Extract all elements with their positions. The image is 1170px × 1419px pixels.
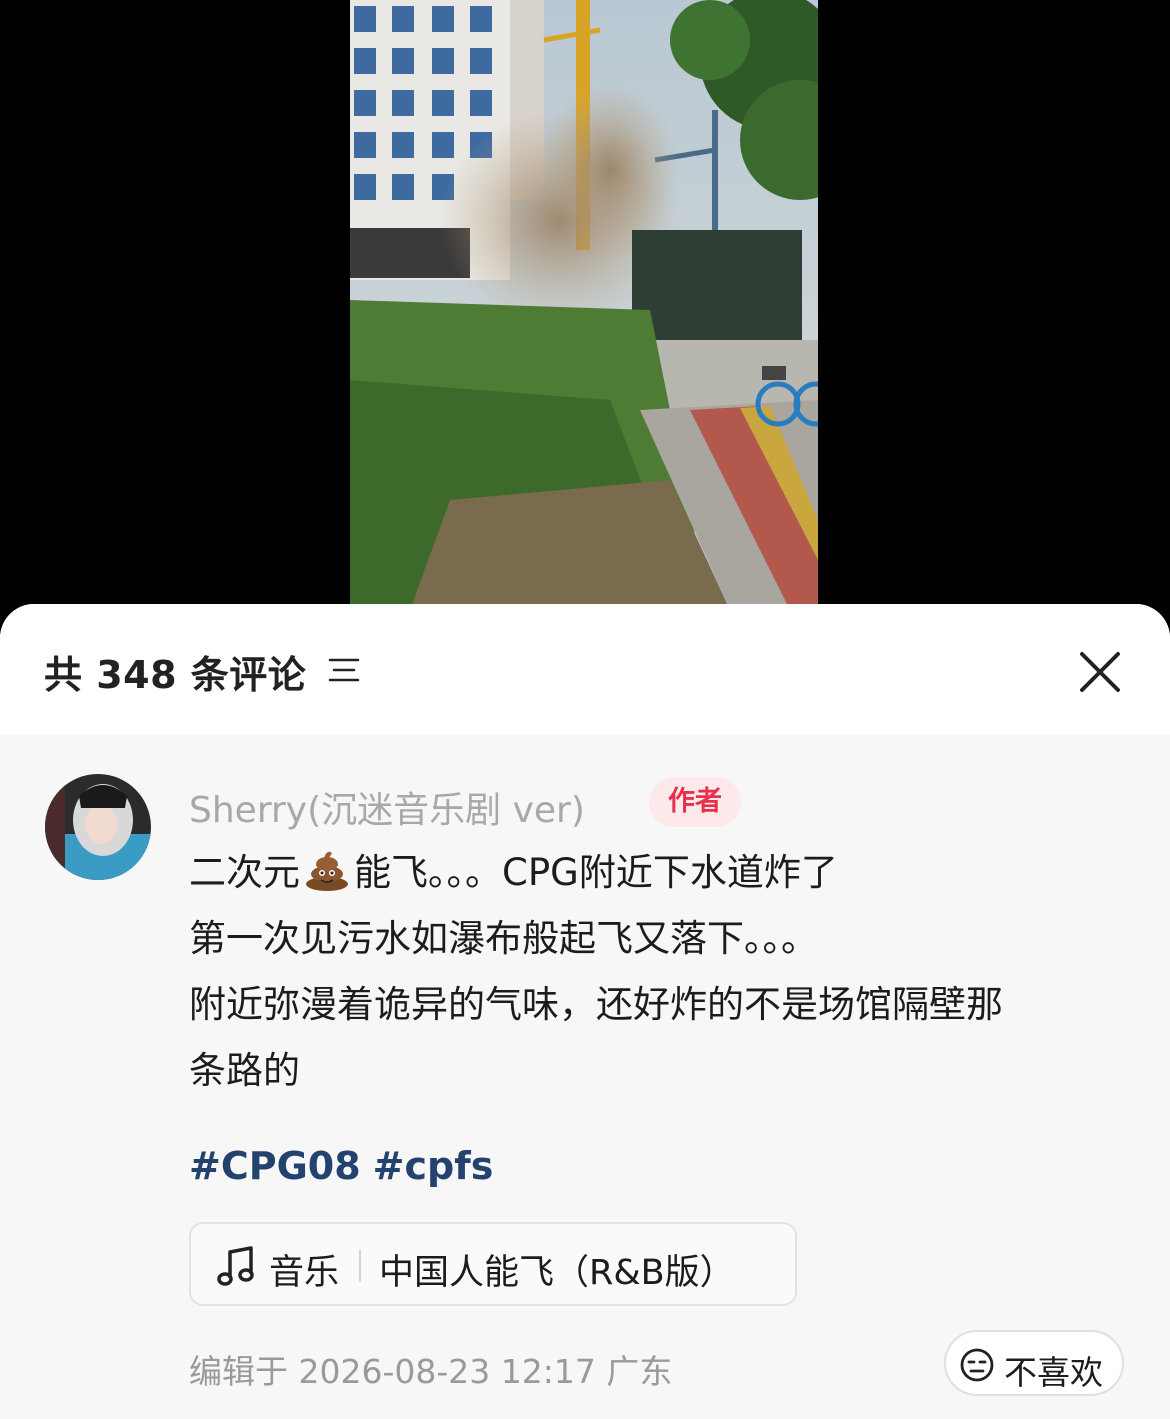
music-title: 中国人能飞（R&B版） [379,1253,735,1293]
author-badge: 作者 [649,777,741,827]
pile-of-poo-icon [306,851,348,891]
author-name[interactable]: Sherry(沉迷音乐剧 ver) [189,781,585,833]
video-still-image [350,0,818,610]
close-icon[interactable] [1076,648,1124,696]
music-divider [359,1250,361,1282]
comment-line-2: 第一次见污水如瀑布般起飞又落下。。。 [189,917,818,960]
dislike-button[interactable]: 不喜欢 [944,1330,1124,1396]
comment-line-1: 二次元 能飞。。。CPG附近下水道炸了 [189,851,838,894]
comment-line-4: 条路的 [189,1049,300,1092]
neutral-face-icon [960,1348,994,1382]
comment-sheet-header: 共 348 条评论 [0,604,1170,735]
music-label: 音乐 [269,1253,340,1293]
hashtag-link[interactable]: #cpfs [373,1144,494,1188]
hashtag-list: #CPG08 #cpfs [189,1144,505,1188]
video-player[interactable] [0,0,1170,610]
comment-sheet: 共 348 条评论 Sherry(沉迷音乐剧 ver) 作者 二次元 能飞。。。… [0,604,1170,1419]
edit-timestamp-location: 编辑于 2026-08-23 12:17 广东 [189,1352,673,1391]
comment-count-title: 共 348 条评论 [44,653,307,697]
dislike-label: 不喜欢 [1004,1353,1103,1392]
sort-filter-icon[interactable] [328,656,360,684]
video-frame[interactable] [350,0,818,610]
hashtag-link[interactable]: #CPG08 [189,1144,361,1188]
author-avatar[interactable] [45,774,151,880]
music-note-icon [217,1246,254,1286]
comment-line-3: 附近弥漫着诡异的气味，还好炸的不是场馆隔壁那 [189,983,1003,1026]
comment-text: 二次元 能飞。。。CPG附近下水道炸了 第一次见污水如瀑布般起飞又落下。。。 附… [189,840,1139,1104]
music-card[interactable]: 音乐 中国人能飞（R&B版） [189,1222,797,1306]
